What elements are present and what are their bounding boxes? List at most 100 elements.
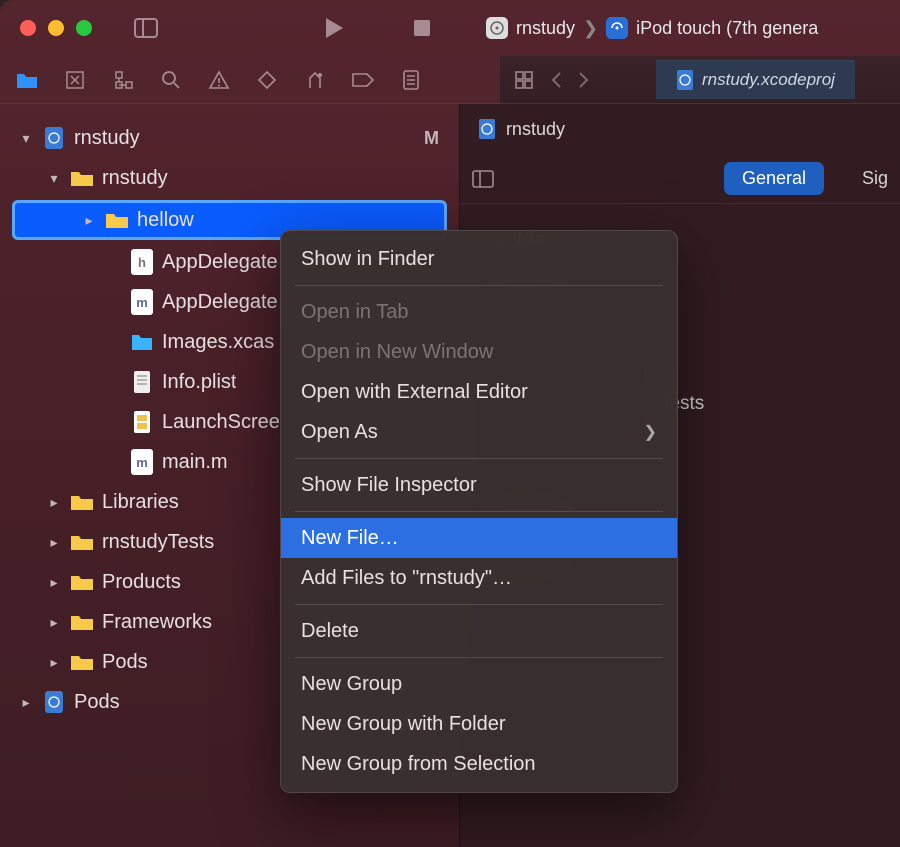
menu-show-file-inspector[interactable]: Show File Inspector — [281, 465, 677, 505]
grid-icon[interactable] — [514, 70, 534, 90]
open-file-tab[interactable]: rnstudy.xcodeproj — [656, 60, 855, 99]
zoom-window-button[interactable] — [76, 20, 92, 36]
menu-separator — [295, 285, 663, 286]
tree-root-label: rnstudy — [74, 127, 140, 150]
menu-new-group-selection[interactable]: New Group from Selection — [281, 744, 677, 784]
debug-navigator-icon[interactable] — [302, 67, 328, 93]
plist-icon — [130, 370, 154, 394]
targets-partial-text: Tests — [660, 393, 870, 415]
menu-separator — [295, 458, 663, 459]
context-menu: Show in Finder Open in Tab Open in New W… — [280, 230, 678, 793]
tree-selected-label: hellow — [137, 209, 194, 232]
symbol-navigator-icon[interactable] — [110, 67, 136, 93]
project-navigator-icon[interactable] — [14, 67, 40, 93]
menu-separator — [295, 511, 663, 512]
project-settings-tabs: General Sig — [460, 154, 900, 204]
chevron-down-icon: ▾ — [18, 130, 34, 147]
chevron-right-icon: ▸ — [46, 534, 62, 551]
scheme-selector[interactable]: rnstudy ❯ iPod touch (7th genera — [486, 17, 818, 39]
menu-separator — [295, 657, 663, 658]
folder-label: rnstudyTests — [102, 531, 214, 554]
menu-separator — [295, 604, 663, 605]
folder-label: Pods — [102, 651, 148, 674]
editor-tab-bar: rnstudy.xcodeproj — [500, 56, 900, 104]
xcodeproj-icon — [676, 69, 694, 91]
scheme-name: rnstudy — [516, 18, 575, 39]
tree-group-label: rnstudy — [102, 167, 168, 190]
tree-root-project[interactable]: ▾ rnstudy M — [6, 118, 453, 158]
toggle-sidebar-icon[interactable] — [132, 14, 160, 42]
tab-signing[interactable]: Sig — [862, 168, 888, 189]
h-file-icon: h — [131, 249, 153, 275]
chevron-right-icon: ▸ — [46, 574, 62, 591]
folder-icon — [70, 610, 94, 634]
file-label: AppDelegate — [162, 251, 278, 274]
breakpoint-navigator-icon[interactable] — [350, 67, 376, 93]
folder-label: Frameworks — [102, 611, 212, 634]
storyboard-icon — [130, 410, 154, 434]
folder-icon — [70, 166, 94, 190]
file-label: Info.plist — [162, 371, 236, 394]
run-button[interactable] — [320, 14, 348, 42]
test-navigator-icon[interactable] — [254, 67, 280, 93]
issue-navigator-icon[interactable] — [206, 67, 232, 93]
nav-back-icon[interactable] — [550, 71, 562, 89]
open-tab-label: rnstudy.xcodeproj — [702, 70, 835, 90]
close-window-button[interactable] — [20, 20, 36, 36]
titlebar: rnstudy ❯ iPod touch (7th genera — [0, 0, 900, 56]
device-icon — [606, 17, 628, 39]
breadcrumb-label: rnstudy — [506, 119, 565, 140]
editor-breadcrumb[interactable]: rnstudy — [460, 104, 900, 154]
pods-label: Pods — [74, 691, 120, 714]
xcode-window: rnstudy ❯ iPod touch (7th genera — [0, 0, 900, 847]
chevron-down-icon: ▾ — [46, 170, 62, 187]
app-icon — [486, 17, 508, 39]
nav-forward-icon[interactable] — [578, 71, 590, 89]
folder-icon — [70, 490, 94, 514]
assets-icon — [130, 330, 154, 354]
m-file-icon: m — [131, 449, 153, 475]
stop-button[interactable] — [408, 14, 436, 42]
menu-delete[interactable]: Delete — [281, 611, 677, 651]
xcodeproj-icon — [42, 690, 66, 714]
folder-icon — [70, 570, 94, 594]
menu-open-external-editor[interactable]: Open with External Editor — [281, 372, 677, 412]
scm-status-badge: M — [424, 128, 439, 149]
menu-open-in-new-window: Open in New Window — [281, 332, 677, 372]
file-label: main.m — [162, 451, 228, 474]
folder-label: Libraries — [102, 491, 179, 514]
file-label: Images.xcas — [162, 331, 274, 354]
find-navigator-icon[interactable] — [158, 67, 184, 93]
xcodeproj-icon — [478, 118, 496, 140]
minimize-window-button[interactable] — [48, 20, 64, 36]
tab-general[interactable]: General — [724, 162, 824, 195]
file-label: AppDelegate — [162, 291, 278, 314]
menu-new-group[interactable]: New Group — [281, 664, 677, 704]
window-controls — [20, 20, 92, 36]
chevron-right-icon: ▸ — [46, 654, 62, 671]
menu-open-as[interactable]: Open As ❯ — [281, 412, 677, 452]
chevron-right-icon: ▸ — [18, 694, 34, 711]
report-navigator-icon[interactable] — [398, 67, 424, 93]
menu-show-in-finder[interactable]: Show in Finder — [281, 239, 677, 279]
menu-add-files[interactable]: Add Files to "rnstudy"… — [281, 558, 677, 598]
menu-open-in-tab: Open in Tab — [281, 292, 677, 332]
tree-group-rnstudy[interactable]: ▾ rnstudy — [6, 158, 453, 198]
folder-icon — [105, 208, 129, 232]
folder-icon — [70, 650, 94, 674]
folder-label: Products — [102, 571, 181, 594]
chevron-right-icon: ▸ — [46, 614, 62, 631]
scheme-device: iPod touch (7th genera — [636, 18, 818, 39]
folder-icon — [70, 530, 94, 554]
toggle-panel-icon[interactable] — [472, 170, 494, 188]
menu-new-file[interactable]: New File… — [281, 518, 677, 558]
chevron-right-icon: ❯ — [583, 18, 598, 39]
file-label: LaunchScree — [162, 411, 280, 434]
menu-new-group-folder[interactable]: New Group with Folder — [281, 704, 677, 744]
source-control-navigator-icon[interactable] — [62, 67, 88, 93]
chevron-right-icon: ▸ — [81, 212, 97, 229]
chevron-right-icon: ❯ — [644, 422, 657, 442]
m-file-icon: m — [131, 289, 153, 315]
chevron-right-icon: ▸ — [46, 494, 62, 511]
xcodeproj-icon — [42, 126, 66, 150]
